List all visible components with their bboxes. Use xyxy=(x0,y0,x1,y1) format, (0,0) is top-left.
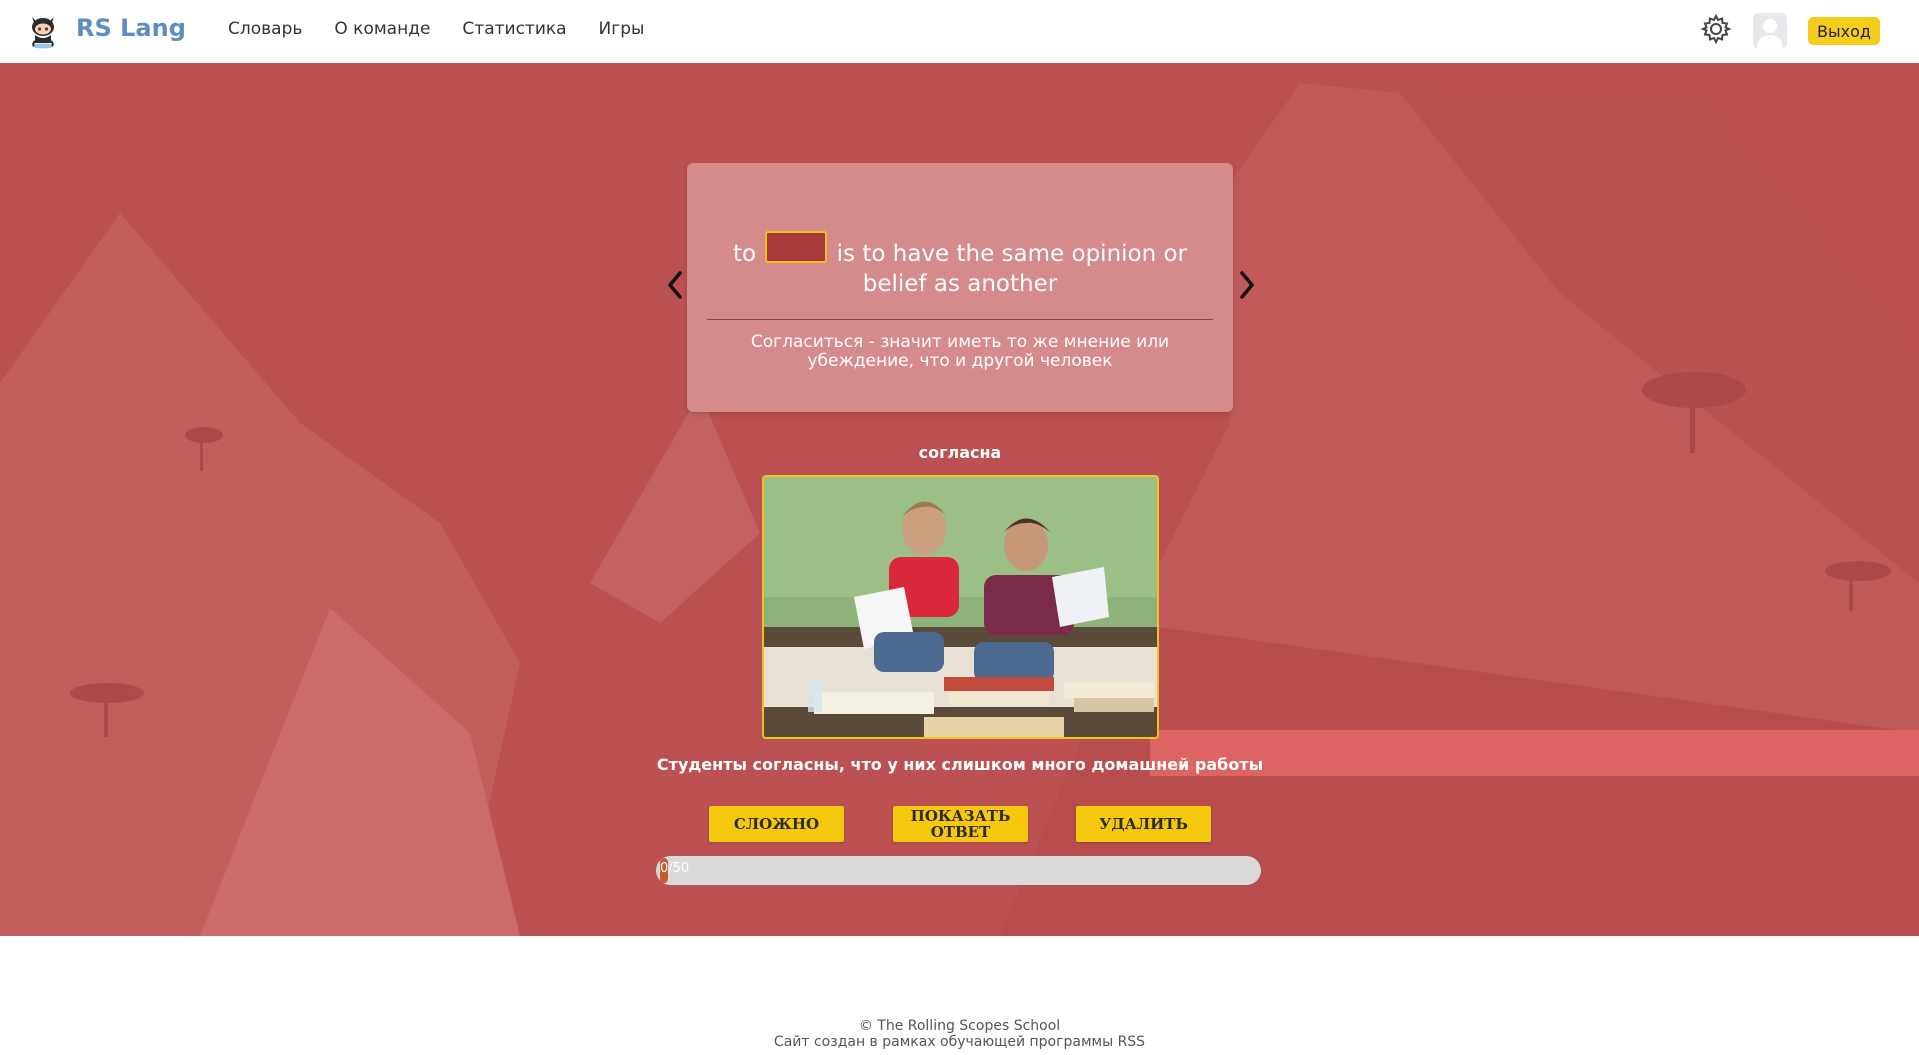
footer: © The Rolling Scopes School Сайт создан … xyxy=(0,936,1919,1055)
meaning-translation: Согласиться - значит иметь то же мнение … xyxy=(750,332,1170,371)
example-sentence: Студенты согласны, что у них слишком мно… xyxy=(656,755,1264,774)
top-navbar: RS Lang Словарь О команде Статистика Игр… xyxy=(0,0,1919,63)
octocat-icon[interactable] xyxy=(26,11,60,49)
card-divider xyxy=(707,319,1213,320)
chevron-right-icon[interactable] xyxy=(1236,268,1258,302)
chevron-left-icon[interactable] xyxy=(664,268,686,302)
sentence-prefix: to xyxy=(732,241,757,267)
nav-item-statistics[interactable]: Статистика xyxy=(462,19,566,39)
brand-title[interactable]: RS Lang xyxy=(76,14,186,42)
nav-item-dictionary[interactable]: Словарь xyxy=(228,19,302,39)
user-icon xyxy=(1757,19,1783,49)
show-answer-button[interactable]: ПОКАЗАТЬ ОТВЕТ xyxy=(893,806,1028,842)
delete-button[interactable]: УДАЛИТЬ xyxy=(1076,806,1211,842)
nav-item-games[interactable]: Игры xyxy=(599,19,645,39)
nav-item-team[interactable]: О команде xyxy=(334,19,430,39)
hard-button[interactable]: СЛОЖНО xyxy=(709,806,844,842)
avatar[interactable] xyxy=(1753,13,1787,49)
students-photo xyxy=(764,477,1157,737)
logout-button[interactable]: Выход xyxy=(1808,17,1880,45)
footer-copyright: © The Rolling Scopes School xyxy=(858,1018,1061,1034)
word-card: to is to have the same opinion or belief… xyxy=(687,163,1233,412)
footer-note: Сайт создан в рамках обучающей программы… xyxy=(773,1034,1146,1050)
progress-bar: 0/50 xyxy=(656,856,1261,885)
gear-icon[interactable] xyxy=(1700,13,1732,45)
progress-label: 0/50 xyxy=(660,861,690,876)
training-scene: to is to have the same opinion or belief… xyxy=(0,63,1919,936)
answer-blank[interactable] xyxy=(765,231,828,263)
meaning-sentence: to is to have the same opinion or belief… xyxy=(707,231,1213,299)
sentence-suffix: is to have the same opinion or belief as… xyxy=(836,241,1188,297)
word-translation: согласна xyxy=(918,443,1002,462)
word-image xyxy=(762,475,1159,739)
main-nav: Словарь О команде Статистика Игры xyxy=(228,19,644,39)
